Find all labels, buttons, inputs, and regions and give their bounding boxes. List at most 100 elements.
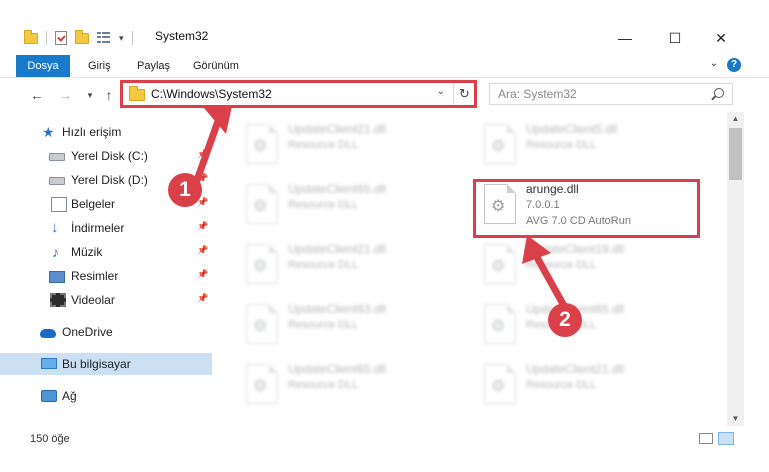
scroll-thumb[interactable]	[729, 128, 742, 180]
tab-share[interactable]: Paylaş	[137, 56, 170, 76]
file-item[interactable]: UpdateClient5.dll Resource DLL	[476, 118, 706, 170]
sidebar-item-label: Yerel Disk (D:)	[71, 173, 148, 187]
dll-file-icon	[246, 244, 278, 284]
sidebar-item-downloads[interactable]: ↓ İndirmeler 📌	[0, 217, 212, 239]
file-name: UpdateClient19.dll	[526, 242, 625, 256]
file-name: UpdateClient63.dll	[288, 302, 387, 316]
file-item[interactable]: UpdateClient21.dll Resource DLL	[238, 238, 468, 290]
sidebar-item-disk-c[interactable]: Yerel Disk (C:) 📌	[0, 145, 212, 167]
help-icon[interactable]: ?	[727, 58, 741, 72]
file-name: UpdateClient21.dll	[288, 122, 387, 136]
sidebar-item-label: Bu bilgisayar	[62, 357, 131, 371]
file-type: Resource DLL	[288, 319, 359, 331]
maximize-button[interactable]: ☐	[665, 28, 685, 48]
toolbar-divider	[46, 31, 47, 45]
sidebar-item-label: Yerel Disk (C:)	[71, 149, 148, 163]
folder-icon[interactable]	[24, 29, 38, 44]
search-box[interactable]: Ara: System32	[489, 83, 733, 105]
file-item[interactable]: UpdateClient63.dll Resource DLL	[238, 298, 468, 350]
sidebar-item-label: OneDrive	[62, 325, 113, 339]
details-view-icon[interactable]	[699, 433, 713, 444]
file-highlight-box	[473, 179, 700, 238]
downloads-icon: ↓	[51, 219, 59, 236]
quick-access-toolbar: ▾	[24, 28, 133, 48]
computer-icon	[41, 358, 57, 369]
close-button[interactable]: ✕	[711, 28, 731, 48]
file-type: Resource DLL	[526, 379, 597, 391]
title-bar: ▾ System32 — ☐ ✕	[0, 0, 769, 52]
dll-file-icon	[246, 364, 278, 404]
pin-icon[interactable]: 📌	[197, 269, 208, 280]
pin-icon[interactable]: 📌	[197, 293, 208, 304]
sidebar-item-this-pc[interactable]: Bu bilgisayar	[0, 353, 212, 375]
videos-icon	[50, 293, 66, 307]
minimize-button[interactable]: —	[615, 28, 635, 48]
file-list: UpdateClient21.dll Resource DLL UpdateCl…	[212, 112, 727, 424]
scroll-up-icon[interactable]: ▲	[727, 112, 744, 126]
item-count: 150 öğe	[30, 433, 70, 445]
file-item[interactable]: UpdateClient65.dll Resource DLL	[238, 358, 468, 410]
dll-file-icon	[246, 304, 278, 344]
drive-icon	[49, 177, 65, 185]
dll-file-icon	[484, 124, 516, 164]
dll-file-icon	[484, 244, 516, 284]
toolbar-divider	[131, 31, 133, 45]
dll-file-icon	[246, 124, 278, 164]
scroll-down-icon[interactable]: ▼	[727, 412, 744, 426]
file-item[interactable]: UpdateClient65.dll Resource DLL	[238, 178, 468, 230]
properties-icon[interactable]	[55, 31, 67, 45]
step-1-badge: 1	[168, 173, 202, 207]
customize-chevron-icon[interactable]: ▾	[119, 33, 124, 44]
pin-icon[interactable]: 📌	[197, 149, 208, 160]
sidebar-item-label: Ağ	[62, 389, 77, 403]
file-type: Resource DLL	[288, 139, 359, 151]
sidebar-item-label: Belgeler	[71, 197, 116, 211]
status-bar: 150 öğe	[0, 426, 769, 448]
ribbon-tabs: Dosya Giriş Paylaş Görünüm ⌄ ?	[0, 52, 769, 78]
star-icon: ★	[42, 124, 55, 140]
window-title: System32	[155, 29, 209, 43]
music-icon: ♪	[52, 244, 59, 260]
tab-home[interactable]: Giriş	[88, 56, 111, 76]
pin-icon[interactable]: 📌	[197, 221, 208, 232]
sidebar-item-music[interactable]: ♪ Müzik 📌	[0, 241, 212, 263]
view-icon[interactable]	[97, 32, 111, 44]
cloud-icon	[40, 329, 56, 338]
pictures-icon	[49, 271, 65, 283]
sidebar-item-onedrive[interactable]: OneDrive	[0, 321, 212, 343]
new-folder-icon[interactable]	[75, 29, 89, 44]
drive-icon	[49, 153, 65, 161]
sidebar-item-pictures[interactable]: Resimler 📌	[0, 265, 212, 287]
file-type: Resource DLL	[288, 259, 359, 271]
up-arrow-icon[interactable]: ↑	[100, 86, 118, 104]
file-type: Resource DLL	[288, 379, 359, 391]
network-icon	[41, 390, 57, 402]
expand-ribbon-icon[interactable]: ⌄	[707, 58, 721, 72]
tab-view[interactable]: Görünüm	[193, 56, 239, 76]
pin-icon[interactable]: 📌	[197, 245, 208, 256]
sidebar-item-label: Resimler	[71, 269, 119, 283]
file-item[interactable]: UpdateClient21.dll Resource DLL	[238, 118, 468, 170]
sidebar-item-label: Videolar	[71, 293, 115, 307]
forward-arrow-icon[interactable]: →	[56, 86, 74, 104]
search-icon[interactable]	[714, 88, 724, 98]
file-name: UpdateClient65.dll	[288, 182, 387, 196]
sidebar-item-quick-access[interactable]: ★ Hızlı erişim	[0, 121, 212, 143]
recent-locations-chevron-icon[interactable]: ▾	[81, 86, 99, 104]
dll-file-icon	[484, 364, 516, 404]
tiles-view-icon[interactable]	[718, 432, 734, 445]
file-item[interactable]: UpdateClient65.dll Resource DLL	[476, 298, 706, 350]
back-arrow-icon[interactable]: ←	[28, 86, 46, 104]
search-placeholder[interactable]: Ara: System32	[498, 87, 577, 101]
sidebar-item-network[interactable]: Ağ	[0, 385, 212, 407]
file-name: UpdateClient5.dll	[526, 122, 618, 136]
address-highlight-box	[120, 80, 477, 108]
sidebar-item-videos[interactable]: Videolar 📌	[0, 289, 212, 311]
navigation-pane: ★ Hızlı erişim Yerel Disk (C:) 📌 Yerel D…	[0, 112, 212, 424]
file-item[interactable]: UpdateClient21.dll Resource DLL	[476, 358, 706, 410]
tab-file[interactable]: Dosya	[16, 55, 70, 77]
step-2-badge: 2	[548, 303, 582, 337]
documents-icon	[51, 197, 67, 212]
vertical-scrollbar[interactable]: ▲ ▼	[727, 112, 744, 426]
file-item[interactable]: UpdateClient19.dll Resource DLL	[476, 238, 706, 290]
